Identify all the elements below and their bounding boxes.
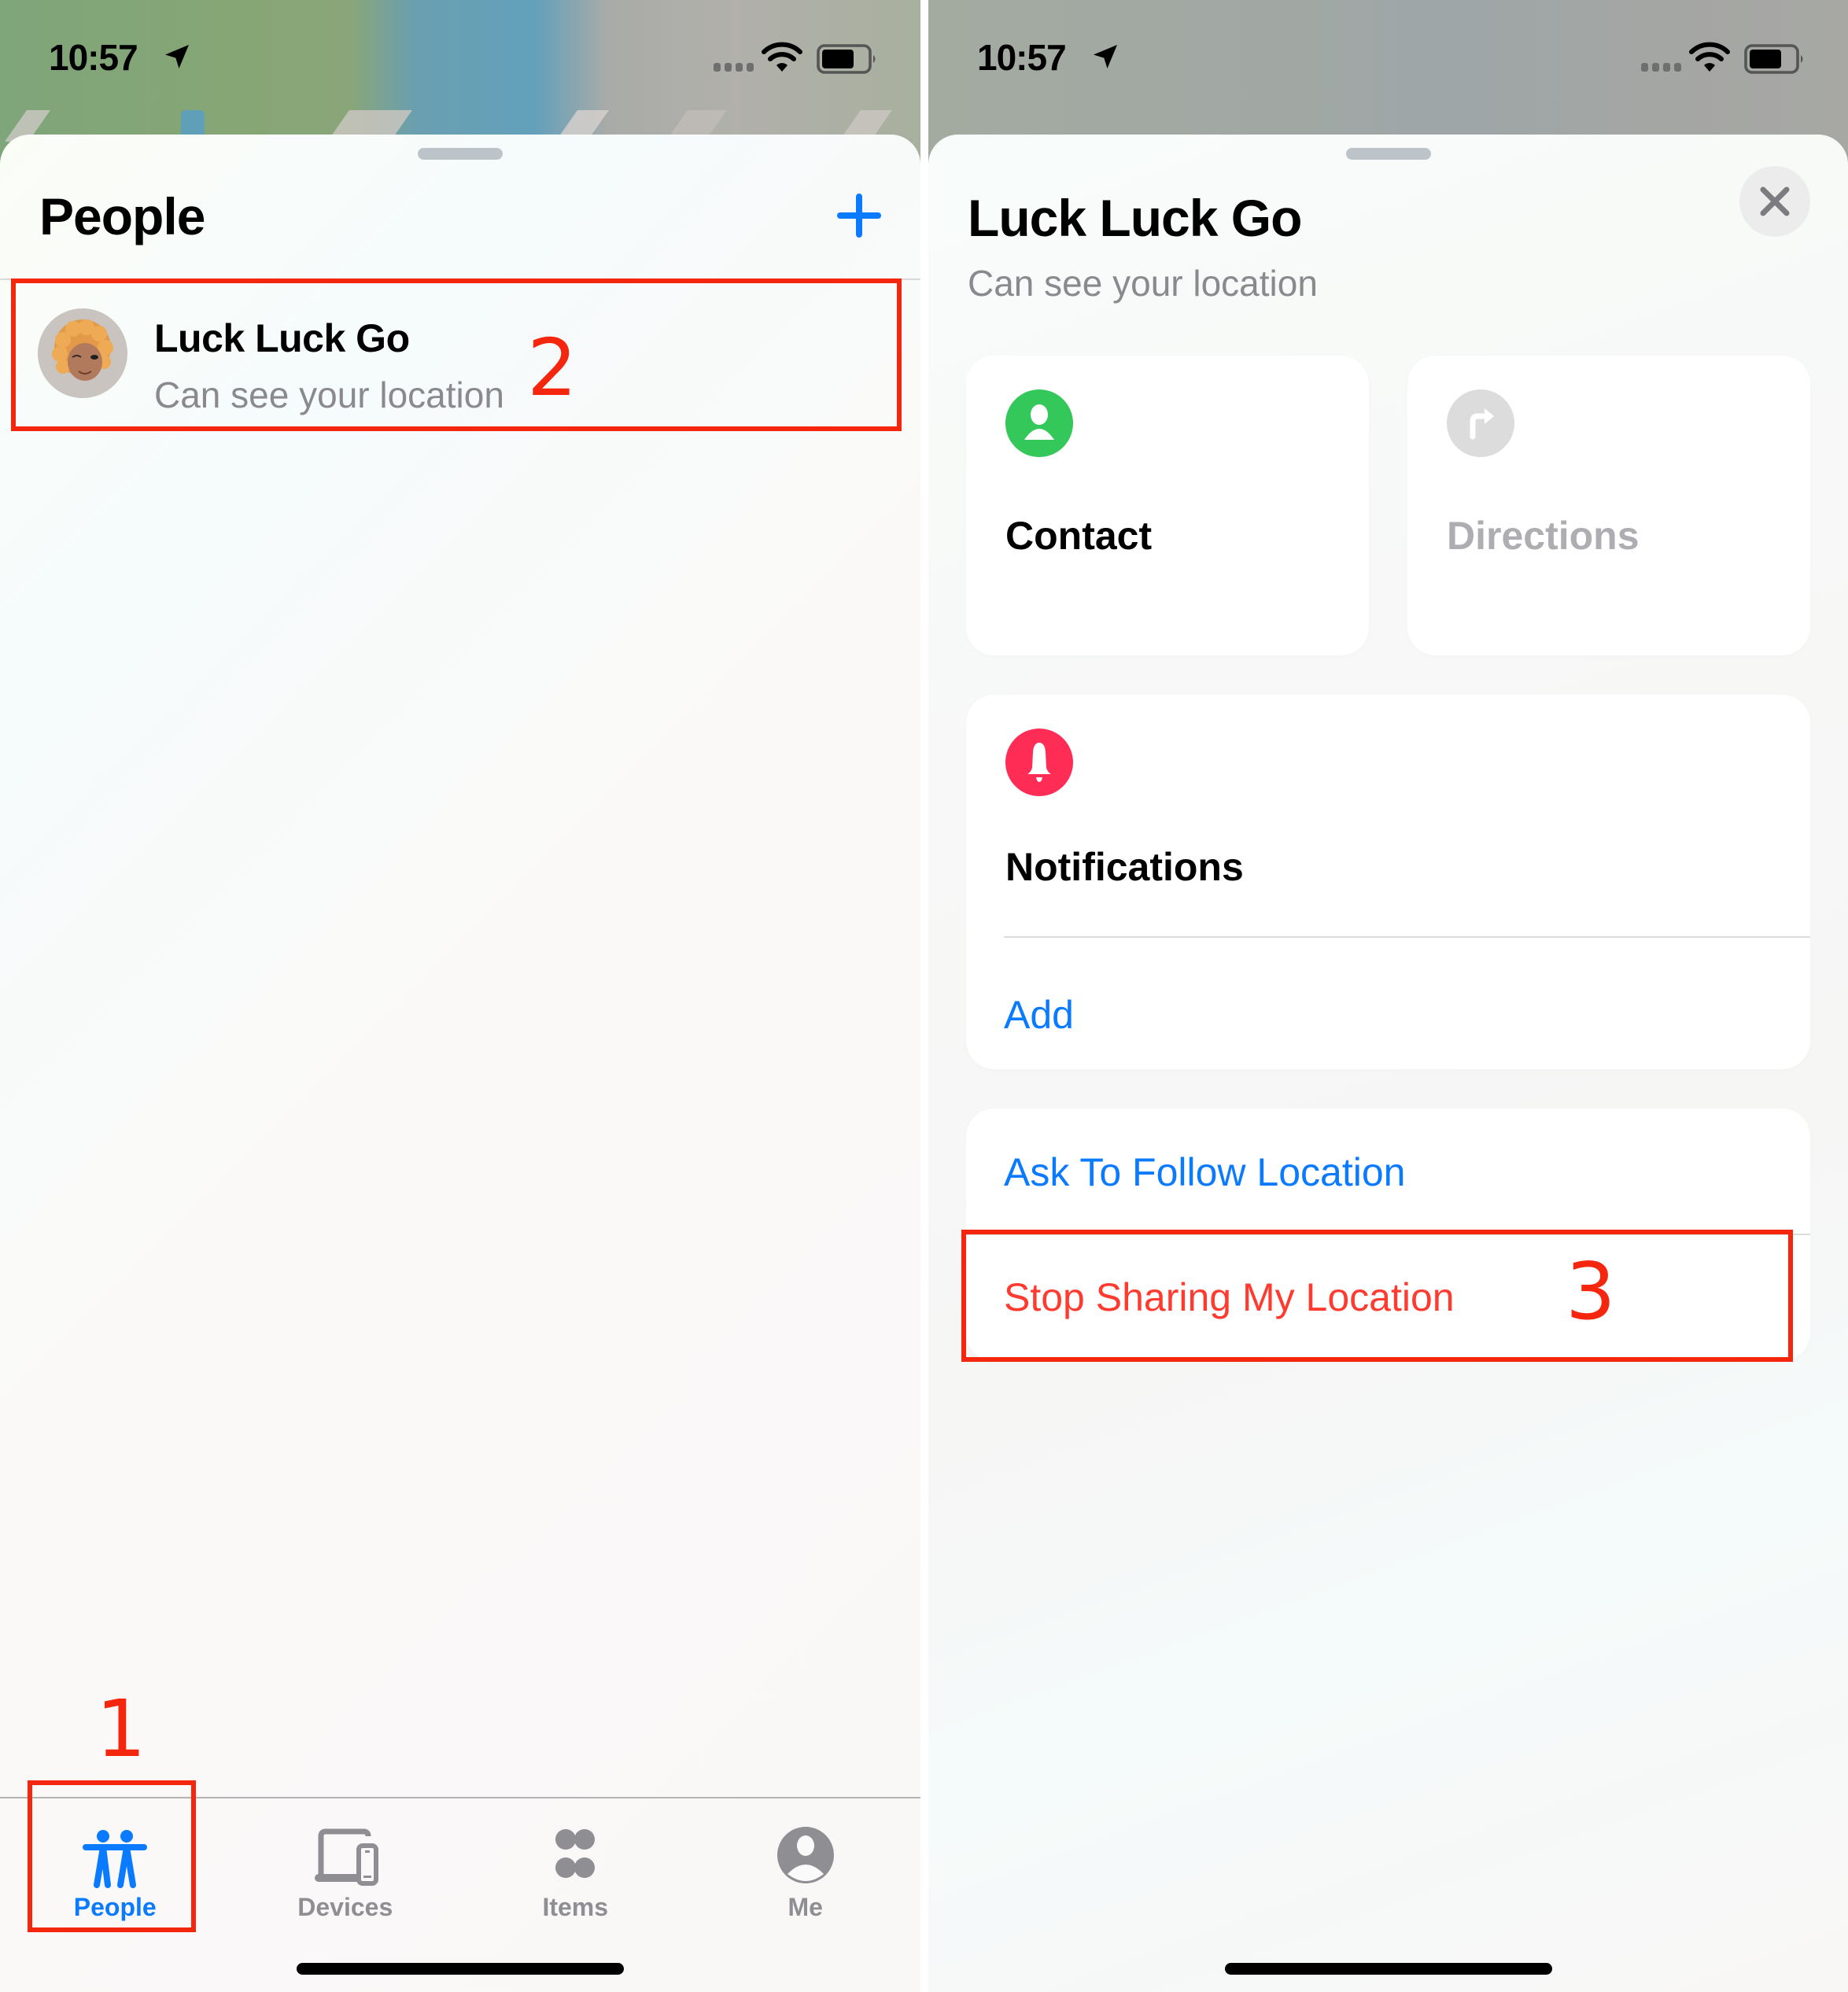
contact-label: Contact bbox=[1005, 514, 1153, 558]
tab-items-label: Items bbox=[542, 1893, 609, 1921]
person-row-luck-luck-go[interactable]: Luck Luck Go Can see your location bbox=[0, 281, 920, 419]
list-separator bbox=[0, 279, 920, 280]
close-button[interactable] bbox=[1739, 166, 1810, 237]
cellular-signal-icon bbox=[714, 63, 754, 72]
add-person-button[interactable] bbox=[835, 192, 883, 239]
avatar bbox=[38, 308, 127, 398]
location-arrow-icon bbox=[1094, 45, 1117, 68]
tab-people[interactable]: People bbox=[0, 1798, 231, 1940]
plus-icon bbox=[837, 194, 881, 238]
status-bar: 10:57 bbox=[928, 0, 1848, 118]
items-icon bbox=[555, 1829, 596, 1878]
person-name: Luck Luck Go bbox=[154, 316, 410, 360]
tab-devices[interactable]: Devices bbox=[231, 1798, 461, 1940]
directions-icon bbox=[1447, 389, 1514, 457]
status-time: 10:57 bbox=[49, 37, 138, 78]
sharing-card: Ask To Follow Location Stop Sharing My L… bbox=[966, 1109, 1810, 1361]
notifications-title: Notifications bbox=[1005, 845, 1244, 889]
people-sheet: People Luck Luck Go Can see your locatio… bbox=[0, 135, 920, 1992]
directions-button[interactable]: Directions bbox=[1407, 356, 1810, 655]
people-list-screen: 10:57 People Luck Luck Go Can see your l… bbox=[0, 0, 920, 1992]
page-title: People bbox=[39, 187, 205, 245]
directions-label: Directions bbox=[1447, 514, 1640, 558]
add-notification-button[interactable]: Add bbox=[1004, 992, 1074, 1038]
wifi-icon bbox=[762, 42, 802, 72]
person-detail-sheet: Luck Luck Go Can see your location Conta… bbox=[928, 135, 1848, 1992]
wifi-icon bbox=[1689, 42, 1730, 72]
stop-sharing-button[interactable]: Stop Sharing My Location bbox=[966, 1235, 1810, 1361]
people-icon bbox=[83, 1830, 148, 1888]
person-detail-screen: 10:57 Luck Luck Go Can see your location bbox=[928, 0, 1848, 1992]
me-icon bbox=[776, 1827, 834, 1883]
ask-to-follow-label: Ask To Follow Location bbox=[1004, 1150, 1406, 1194]
person-title: Luck Luck Go bbox=[968, 189, 1302, 247]
notifications-card: Notifications Add bbox=[966, 695, 1810, 1069]
cellular-signal-icon bbox=[1641, 63, 1681, 72]
ask-to-follow-button[interactable]: Ask To Follow Location bbox=[966, 1109, 1810, 1234]
sheet-grabber[interactable] bbox=[1345, 148, 1431, 160]
battery-icon bbox=[817, 44, 876, 74]
bell-icon bbox=[1005, 729, 1073, 796]
contact-icon bbox=[1005, 389, 1073, 457]
tab-devices-label: Devices bbox=[297, 1893, 393, 1921]
home-indicator bbox=[297, 1963, 624, 1975]
battery-icon bbox=[1744, 44, 1803, 74]
sheet-grabber[interactable] bbox=[418, 148, 503, 160]
tab-bar: People Devices Items Me bbox=[0, 1798, 920, 1940]
tab-people-label: People bbox=[73, 1893, 157, 1921]
memoji-avatar-icon bbox=[38, 308, 127, 398]
home-indicator bbox=[1224, 1963, 1552, 1975]
tab-me[interactable]: Me bbox=[691, 1798, 921, 1940]
notifications-separator bbox=[1004, 936, 1810, 938]
person-subtitle: Can see your location bbox=[968, 263, 1318, 304]
tab-items[interactable]: Items bbox=[460, 1798, 691, 1940]
location-arrow-icon bbox=[165, 45, 189, 68]
close-icon bbox=[1760, 186, 1790, 216]
status-bar: 10:57 bbox=[0, 0, 920, 118]
stop-sharing-label: Stop Sharing My Location bbox=[1004, 1275, 1455, 1319]
tab-me-label: Me bbox=[788, 1893, 823, 1921]
devices-icon bbox=[314, 1828, 378, 1886]
person-status: Can see your location bbox=[154, 374, 504, 415]
contact-button[interactable]: Contact bbox=[966, 356, 1369, 655]
status-time: 10:57 bbox=[977, 37, 1067, 78]
